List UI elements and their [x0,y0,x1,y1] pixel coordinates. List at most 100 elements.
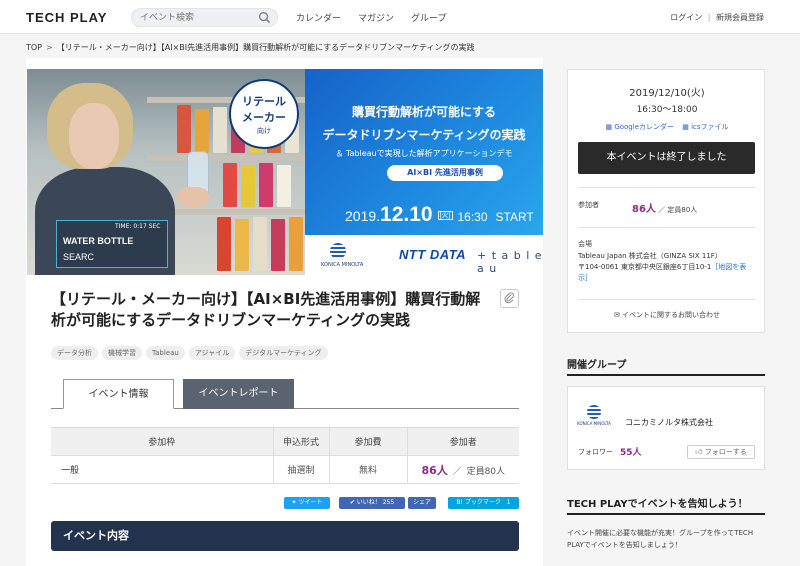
tag[interactable]: Tableau [146,346,185,360]
tab-event-info[interactable]: イベント情報 [63,379,174,409]
hero-weekday: [火] [437,211,453,220]
table-header-row: 参加枠 申込形式 参加費 参加者 [51,427,519,456]
participant-count: 86人 [421,463,448,477]
column-header: 参加枠 [51,427,273,456]
tag[interactable]: 機械学習 [102,346,142,360]
heading-underline [567,513,765,515]
column-header: 参加者 [406,427,519,456]
google-calendar-link[interactable]: Googleカレンダー [614,123,674,131]
follower-count: 55人 [620,448,642,458]
calendar-icon: ▦ [682,123,689,131]
site-logo[interactable]: TECH PLAY [26,10,107,25]
venue-info: Tableau Japan 株式会社（GINZA SIX 11F） 〒104-0… [578,251,756,284]
nav-magazine[interactable]: マガジン [358,11,394,24]
nav-group[interactable]: グループ [411,11,446,24]
login-link[interactable]: ログイン [670,13,702,22]
event-ended-button[interactable]: 本イベントは終了しました [578,142,755,174]
ntt-data-logo: NTT DATA [399,247,467,262]
event-date: 2019/12/10(火) [629,88,705,99]
product-carton [217,217,231,271]
hero-date: 2019.12.10 [火] 16:30 START [345,203,534,227]
product-carton [241,165,255,207]
shopper-face [69,103,119,169]
bookmark-label: B! ブックマーク [456,499,501,506]
nav-calendar[interactable]: カレンダー [296,11,341,24]
sponsor-logos: KONICA MINOLTA NTT DATA + t a b l e a u [305,235,543,275]
overlay-label: WATER BOTTLE [63,236,134,246]
hero-time: 16:30 [457,210,488,224]
breadcrumb: TOP > 【リテール・メーカー向け】【AI×BI先進活用事例】購買行動解析が可能に… [26,42,475,53]
overlay-time: TIME: 0:17 SEC [115,223,161,230]
participants-capacity: ／ 定員80人 [658,206,698,214]
slot-name: 一般 [51,455,273,484]
ai-detection-overlay: TIME: 0:17 SEC WATER BOTTLE SEARC [56,220,168,268]
badge-line2: メーカー [242,111,286,124]
group-logo[interactable]: KONICA MINOLTA [576,405,612,426]
like-button[interactable]: ✔ いいね！ 255 [339,497,405,509]
audience-badge: リテール メーカー 向け [229,79,299,149]
tableau-logo: + t a b l e a u [477,249,543,275]
register-link[interactable]: 新規会員登録 [716,13,764,22]
calendar-icon: ▦ [605,123,613,131]
product-carton [259,163,273,207]
hero-pill: AI×BI 先進活用事例 [387,165,503,181]
inquiry-label: イベントに関するお問い合わせ [622,311,721,319]
divider [578,227,755,228]
follow-button[interactable]: 👍︎ フォローする [687,445,755,459]
heading-underline [567,374,765,376]
tweet-button[interactable]: ✦ ツイート [284,497,330,509]
slot-participants: 86人 ／ 定員80人 [406,455,519,484]
tab-event-report[interactable]: イベントレポート [183,379,294,409]
shopper-hand [177,187,209,207]
hero-year: 2019. [345,208,381,224]
hero-subheading: ＆ Tableauで実現した解析アプリケーションデモ [335,149,513,158]
badge-line3: 向け [257,127,271,135]
participation-table: 参加枠 申込形式 参加費 参加者 一般 抽選制 無料 86人 ／ 定員80人 [51,427,519,484]
group-name[interactable]: コニカミノルタ株式会社 [625,417,713,428]
inquiry-link[interactable]: ✉ イベントに関するお問い合わせ [568,310,766,320]
clip-button[interactable] [500,289,519,308]
search-input[interactable] [140,11,258,25]
search-box[interactable] [131,8,278,27]
divider [578,187,755,188]
ics-file-link[interactable]: icsファイル [691,123,728,131]
tag[interactable]: データ分析 [51,346,98,360]
product-carton [177,105,191,153]
konica-minolta-wordmark: KONICA MINOLTA [321,262,364,268]
auth-links: ログイン | 新規会員登録 [670,12,764,23]
thumbs-up-icon: 👍︎ [695,448,703,456]
follow-label: フォローする [704,448,747,456]
tag[interactable]: デジタルマーケティング [239,346,328,360]
hatena-bookmark-button[interactable]: B! ブックマーク 1 [448,497,519,509]
search-icon[interactable] [258,11,271,24]
product-carton [195,109,209,153]
group-card: KONICA MINOLTA コニカミノルタ株式会社 フォロワー 55人 👍︎ … [567,386,765,470]
product-carton [213,107,227,153]
event-summary-card: 2019/12/10(火) 16:30～18:00 ▦ Googleカレンダー … [567,69,765,333]
hero-photo: TIME: 0:17 SEC WATER BOTTLE SEARC リテール メ… [27,69,305,275]
event-title: 【リテール・メーカー向け】【AI×BI先進活用事例】購買行動解析が可能にするデー… [51,290,481,329]
participants-label: 参加者 [578,201,599,209]
event-time: 16:30～18:00 [636,105,698,115]
hero-heading-1: 購買行動解析が可能にする [351,105,497,119]
participants-value: 86人 ／ 定員80人 [632,200,697,215]
promo-heading: TECH PLAYでイベントを告知しよう！ [567,499,748,510]
auth-divider: | [707,13,711,22]
hero-text-panel: 購買行動解析が可能にする データドリブンマーケティングの実践 ＆ Tableau… [305,69,543,235]
group-section-heading: 開催グループ [567,360,627,371]
site-header: TECH PLAY カレンダー マガジン グループ ログイン | 新規会員登録 [0,0,800,34]
tag[interactable]: アジャイル [188,346,236,360]
konica-minolta-globe-icon [587,405,601,419]
follower-label: フォロワー [578,448,613,456]
breadcrumb-separator: > [46,43,53,52]
shelf [147,155,305,161]
share-button[interactable]: シェア [408,497,436,509]
column-header: 参加費 [328,427,407,456]
breadcrumb-current: 【リテール・メーカー向け】【AI×BI先進活用事例】購買行動解析が可能にするデー… [56,43,475,52]
product-carton [277,165,291,207]
slot-format: 抽選制 [272,455,329,484]
product-carton [271,219,285,271]
breadcrumb-top[interactable]: TOP [26,43,42,52]
product-carton [235,219,249,271]
table-row: 一般 抽選制 無料 86人 ／ 定員80人 [51,455,519,484]
